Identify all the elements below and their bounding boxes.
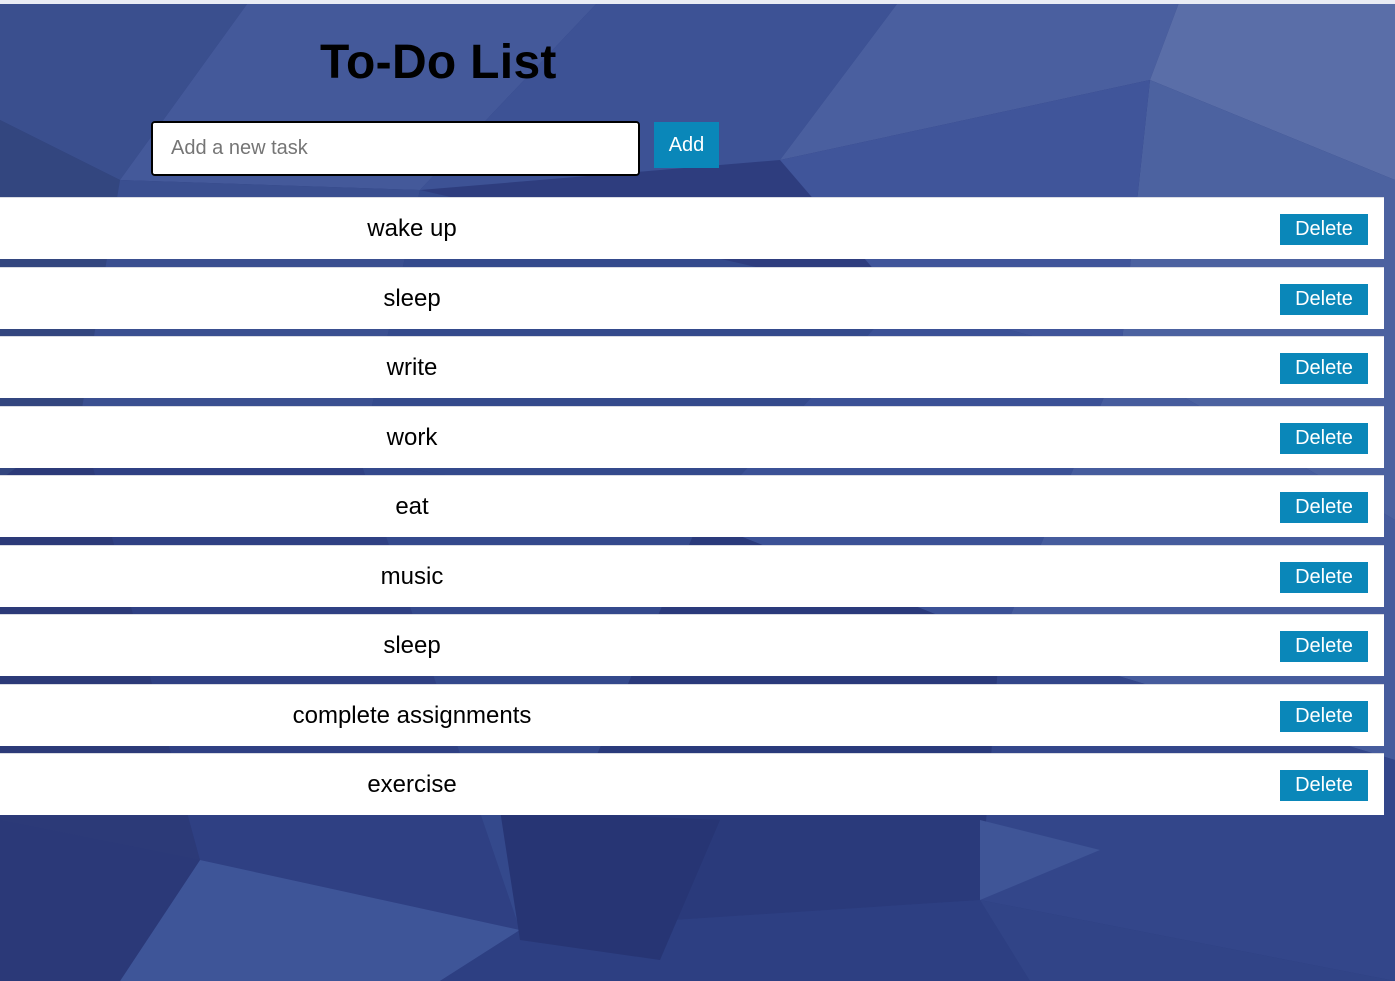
task-text: music [380, 562, 444, 590]
header: To-Do List Add [0, 0, 1395, 196]
delete-task-button[interactable]: Delete [1280, 353, 1368, 384]
task-text: write [386, 354, 438, 381]
task-item: wake up Delete [0, 197, 1384, 259]
task-item: sleep Delete [0, 266, 1384, 329]
task-item: exercise Delete [0, 753, 1384, 815]
task-item: complete assignments Delete [0, 683, 1384, 746]
task-item: write Delete [0, 336, 1384, 398]
task-item: music Delete [0, 544, 1384, 607]
page-title: To-Do List [320, 36, 557, 89]
delete-task-button[interactable]: Delete [1280, 770, 1368, 801]
task-text: exercise [367, 771, 457, 798]
task-list: wake up Delete sleep Delete write Delete… [0, 197, 1384, 823]
task-item: sleep Delete [0, 614, 1384, 676]
task-item: work Delete [0, 405, 1384, 468]
task-text: wake up [367, 215, 457, 242]
task-text: sleep [383, 284, 441, 312]
task-text: work [386, 423, 438, 451]
add-task-button[interactable]: Add [654, 122, 719, 168]
task-text: eat [395, 493, 429, 520]
delete-task-button[interactable]: Delete [1280, 561, 1368, 593]
task-text: sleep [383, 632, 441, 659]
delete-task-button[interactable]: Delete [1280, 422, 1368, 454]
delete-task-button[interactable]: Delete [1280, 631, 1368, 662]
delete-task-button[interactable]: Delete [1280, 214, 1368, 245]
task-text: complete assignments [292, 701, 532, 729]
delete-task-button[interactable]: Delete [1280, 492, 1368, 523]
delete-task-button[interactable]: Delete [1280, 700, 1368, 732]
new-task-input[interactable] [151, 121, 640, 176]
task-item: eat Delete [0, 475, 1384, 537]
delete-task-button[interactable]: Delete [1280, 283, 1368, 315]
